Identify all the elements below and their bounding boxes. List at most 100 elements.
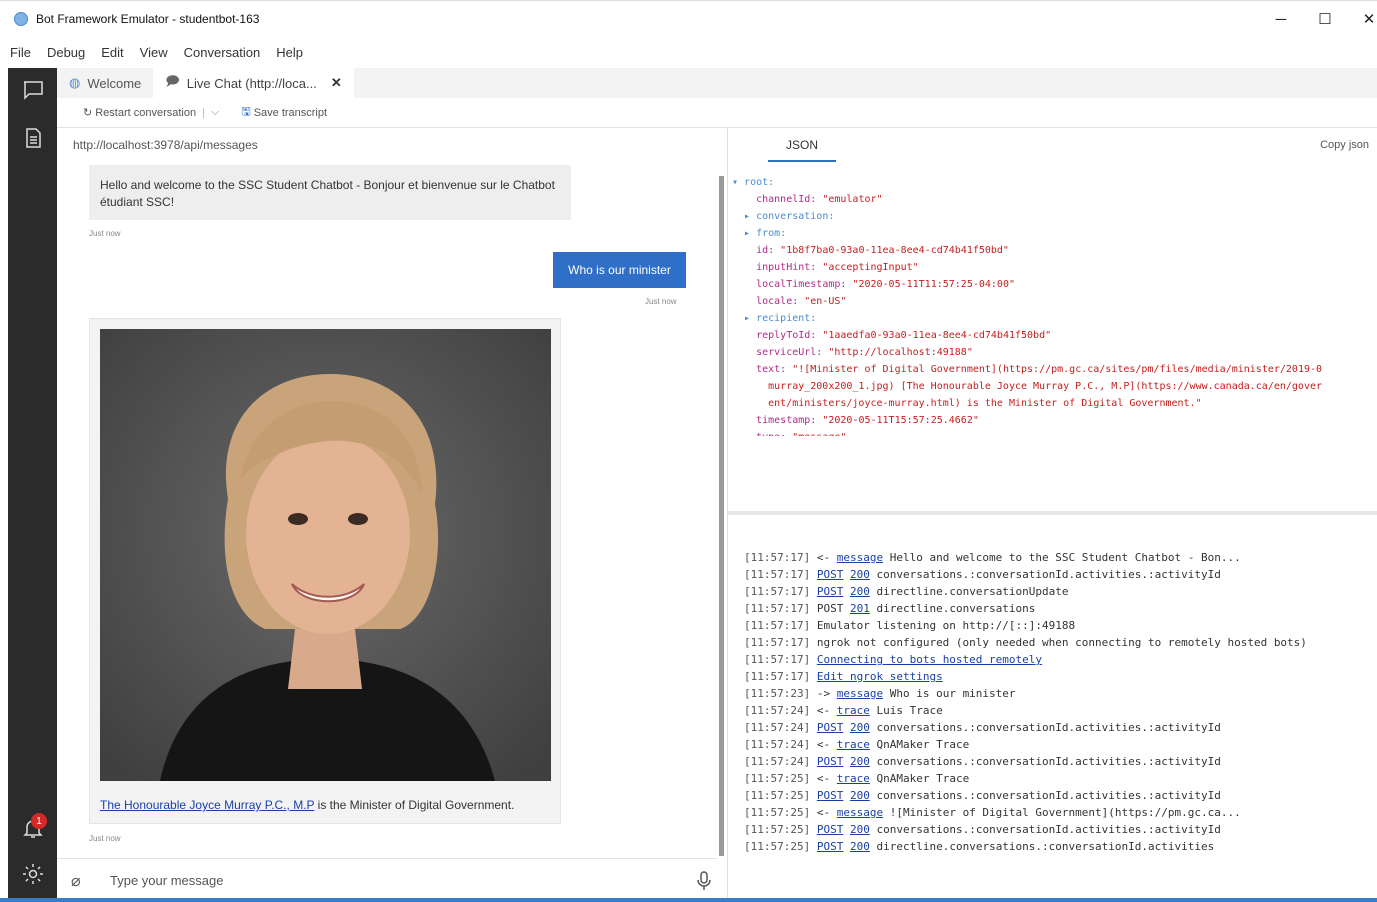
message-timestamp: Just now — [89, 834, 121, 843]
log-link[interactable]: 201 — [850, 602, 870, 615]
log-link[interactable]: POST — [817, 789, 844, 802]
save-transcript-button[interactable]: Save transcript — [254, 107, 327, 119]
log-text: <- — [810, 806, 837, 819]
minister-link[interactable]: The Honourable Joyce Murray P.C., M.P — [100, 798, 314, 812]
log-entry: [11:57:17] POST 200 conversations.:conve… — [744, 566, 1374, 583]
copy-json-button[interactable]: Copy json — [1320, 139, 1369, 151]
log-text: directline.conversations.:conversationId… — [869, 840, 1215, 853]
log-text: Luis Trace — [869, 704, 943, 717]
log-link[interactable]: message — [837, 806, 883, 819]
document-icon[interactable] — [20, 126, 46, 150]
json-line[interactable]: ▸ from: — [732, 225, 1377, 242]
log-link[interactable]: 200 — [850, 721, 870, 734]
log-entry: [11:57:24] POST 200 conversations.:conve… — [744, 753, 1374, 770]
gear-icon[interactable] — [20, 862, 46, 886]
chevron-down-icon[interactable]: ⌵ — [211, 106, 219, 119]
json-line[interactable]: ▸ recipient: — [732, 310, 1377, 327]
log-timestamp: [11:57:17] — [744, 551, 811, 564]
log-text: ![Minister of Digital Government](https:… — [883, 806, 1241, 819]
maximize-button[interactable]: ☐ — [1303, 1, 1347, 37]
log-link[interactable]: POST — [817, 755, 844, 768]
minimize-button[interactable]: ─ — [1259, 1, 1303, 37]
log-entry: [11:57:25] <- trace QnAMaker Trace — [744, 770, 1374, 787]
close-window-button[interactable]: ✕ — [1347, 1, 1377, 37]
log-timestamp: [11:57:17] — [744, 636, 811, 649]
log-link[interactable]: POST — [817, 840, 844, 853]
log-link[interactable]: Connecting to bots hosted remotely — [817, 653, 1042, 666]
log-text: conversations.:conversationId.activities… — [869, 755, 1221, 768]
log-splitter[interactable] — [728, 511, 1377, 515]
bot-message-bubble: Hello and welcome to the SSC Student Cha… — [89, 165, 571, 220]
log-timestamp: [11:57:17] — [744, 653, 811, 666]
log-timestamp: [11:57:17] — [744, 585, 811, 598]
log-entry: [11:57:17] <- message Hello and welcome … — [744, 549, 1374, 566]
log-entry: [11:57:25] <- message ![Minister of Digi… — [744, 804, 1374, 821]
log-link[interactable]: 200 — [850, 585, 870, 598]
bot-card-message: The Honourable Joyce Murray P.C., M.P is… — [89, 318, 561, 824]
log-text: conversations.:conversationId.activities… — [869, 568, 1221, 581]
chat-tab-icon: 🗩 — [165, 73, 180, 88]
title-bar: Bot Framework Emulator - studentbot-163 … — [0, 0, 1377, 36]
json-line: ent/ministers/joyce-murray.html) is the … — [732, 398, 1202, 409]
json-viewer: ▾ root: channelId: "emulator" ▸ conversa… — [732, 174, 1377, 436]
log-link[interactable]: POST — [817, 568, 844, 581]
log-entry: [11:57:17] POST 200 directline.conversat… — [744, 583, 1374, 600]
menu-file[interactable]: File — [10, 45, 31, 60]
message-timestamp: Just now — [645, 297, 677, 306]
message-input[interactable]: Type your message — [110, 873, 223, 888]
json-line[interactable]: ▾ root: — [732, 174, 1377, 191]
log-link[interactable]: trace — [837, 704, 870, 717]
menu-conversation[interactable]: Conversation — [184, 45, 261, 60]
splitter-handle[interactable] — [719, 176, 724, 856]
log-text: Hello and welcome to the SSC Student Cha… — [883, 551, 1241, 564]
chat-icon[interactable] — [20, 78, 46, 102]
menu-help[interactable]: Help — [276, 45, 303, 60]
menu-edit[interactable]: Edit — [101, 45, 123, 60]
close-tab-icon[interactable]: ✕ — [331, 75, 342, 91]
log-entry: [11:57:25] POST 200 conversations.:conve… — [744, 787, 1374, 804]
log-link[interactable]: POST — [817, 585, 844, 598]
log-text: conversations.:conversationId.activities… — [869, 721, 1221, 734]
restart-conversation-button[interactable]: Restart conversation — [95, 107, 196, 119]
log-text: QnAMaker Trace — [869, 772, 970, 785]
document-tabs: ◍ Welcome 🗩 Live Chat (http://loca... ✕ — [57, 68, 1377, 98]
log-link[interactable]: POST — [817, 721, 844, 734]
tab-json[interactable]: JSON — [768, 138, 836, 162]
json-line: inputHint: "acceptingInput" — [756, 262, 919, 273]
log-link[interactable]: message — [837, 687, 883, 700]
microphone-icon[interactable] — [697, 871, 711, 894]
minister-photo — [100, 329, 551, 781]
log-text: QnAMaker Trace — [869, 738, 970, 751]
inspector-panel: JSON Copy json ▾ root: channelId: "emula… — [727, 128, 1377, 902]
user-message-bubble[interactable]: Who is our minister — [553, 252, 686, 288]
tab-welcome[interactable]: ◍ Welcome — [57, 68, 153, 98]
log-link[interactable]: trace — [837, 738, 870, 751]
log-link[interactable]: trace — [837, 772, 870, 785]
log-link[interactable]: POST — [817, 823, 844, 836]
paperclip-icon[interactable]: ⌀ — [71, 871, 81, 891]
log-link[interactable]: 200 — [850, 823, 870, 836]
json-line: id: "1b8f7ba0-93a0-11ea-8ee4-cd74b41f50b… — [756, 245, 1009, 256]
log-link[interactable]: 200 — [850, 568, 870, 581]
log-entry: [11:57:24] POST 200 conversations.:conve… — [744, 719, 1374, 736]
log-link[interactable]: message — [837, 551, 883, 564]
log-timestamp: [11:57:25] — [744, 772, 811, 785]
log-link[interactable]: 200 — [850, 789, 870, 802]
menu-view[interactable]: View — [140, 45, 168, 60]
log-link[interactable]: Edit ngrok settings — [817, 670, 943, 683]
log-text: <- — [810, 704, 837, 717]
json-line[interactable]: ▸ conversation: — [732, 208, 1377, 225]
log-link[interactable]: 200 — [850, 840, 870, 853]
tab-live-chat[interactable]: 🗩 Live Chat (http://loca... ✕ — [153, 68, 354, 98]
json-line: channelId: "emulator" — [756, 194, 883, 205]
panel-splitter[interactable] — [717, 128, 727, 902]
log-link[interactable]: 200 — [850, 755, 870, 768]
json-line: murray_200x200_1.jpg) [The Honourable Jo… — [732, 381, 1323, 392]
message-timestamp: Just now — [89, 229, 121, 238]
menu-debug[interactable]: Debug — [47, 45, 85, 60]
